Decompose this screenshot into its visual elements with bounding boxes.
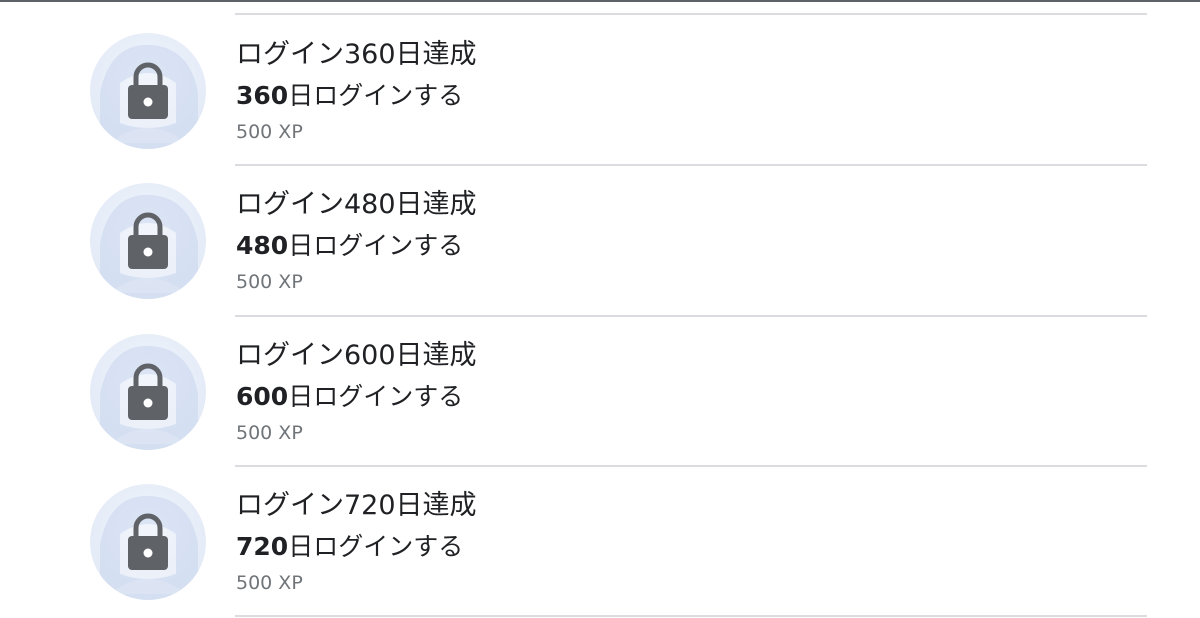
achievement-badge (90, 33, 206, 149)
achievement-xp: 500 XP (236, 271, 303, 293)
description-text: 日ログインする (288, 231, 464, 260)
description-days: 720 (236, 532, 289, 561)
achievement-title: ログイン480日達成 (236, 189, 477, 220)
achievement-description: 360日ログインする (236, 81, 463, 111)
divider (235, 615, 1147, 617)
lock-icon (128, 62, 168, 119)
lock-icon (128, 212, 168, 269)
achievement-badge (90, 183, 206, 299)
achievement-badge (90, 484, 206, 600)
lock-icon (128, 513, 168, 570)
lock-icon (128, 363, 168, 420)
description-days: 480 (236, 231, 289, 260)
achievement-xp: 500 XP (236, 121, 303, 143)
achievement-item[interactable]: ログイン720日達成 720日ログインする 500 XP (0, 467, 1200, 617)
top-border (0, 0, 1200, 2)
achievement-description: 480日ログインする (236, 231, 463, 261)
description-days: 600 (236, 382, 289, 411)
achievement-title: ログイン600日達成 (236, 340, 477, 371)
description-text: 日ログインする (288, 81, 464, 110)
achievement-title: ログイン720日達成 (236, 490, 477, 521)
description-text: 日ログインする (288, 532, 464, 561)
achievement-description: 600日ログインする (236, 382, 463, 412)
achievement-xp: 500 XP (236, 422, 303, 444)
description-text: 日ログインする (288, 382, 464, 411)
achievement-item[interactable]: ログイン600日達成 600日ログインする 500 XP (0, 317, 1200, 467)
achievement-xp: 500 XP (236, 572, 303, 594)
achievement-badge (90, 334, 206, 450)
description-days: 360 (236, 81, 289, 110)
achievement-item[interactable]: ログイン360日達成 360日ログインする 500 XP (0, 15, 1200, 165)
achievement-description: 720日ログインする (236, 532, 463, 562)
achievement-item[interactable]: ログイン480日達成 480日ログインする 500 XP (0, 166, 1200, 316)
achievement-title: ログイン360日達成 (236, 39, 477, 70)
